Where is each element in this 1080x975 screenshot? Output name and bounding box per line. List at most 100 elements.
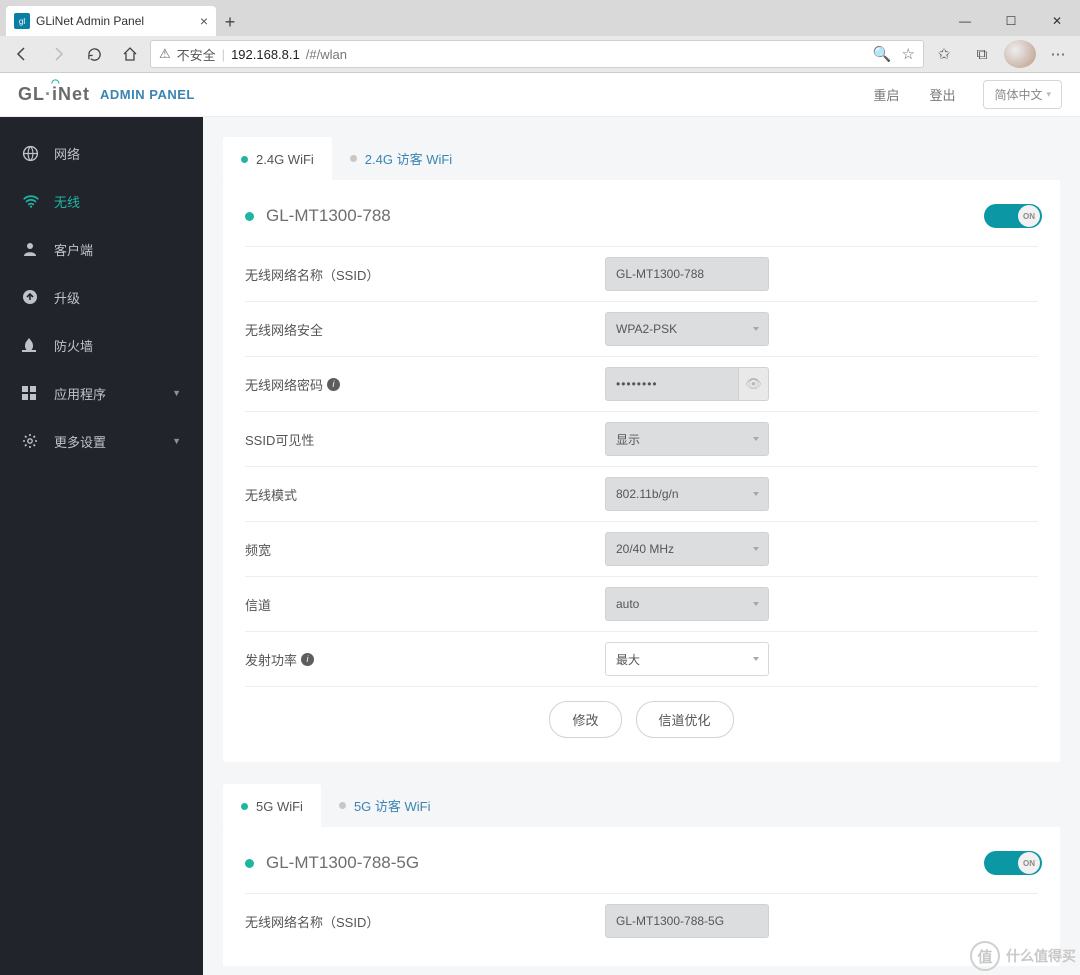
panel-5g: GL-MT1300-788-5G ON 无线网络名称（SSID） GL-MT13… — [223, 827, 1060, 966]
security-select[interactable]: WPA2-PSK — [605, 312, 769, 346]
search-in-page-icon[interactable]: 🔍 — [873, 45, 892, 63]
sidebar-item-more-settings[interactable]: 更多设置 ▼ — [0, 417, 203, 465]
close-window-button[interactable]: ✕ — [1034, 6, 1080, 36]
more-menu-icon[interactable]: ⋯ — [1042, 40, 1074, 68]
refresh-button[interactable] — [78, 40, 110, 68]
visibility-label: SSID可见性 — [245, 430, 605, 449]
bookmark-star-icon[interactable]: ☆ — [902, 45, 915, 63]
sidebar-item-upgrade[interactable]: 升级 — [0, 273, 203, 321]
toggle-password-visibility-icon[interactable]: 👁 — [739, 367, 769, 401]
visibility-select[interactable]: 显示 — [605, 422, 769, 456]
sidebar-item-applications[interactable]: 应用程序 ▼ — [0, 369, 203, 417]
status-dot-icon — [245, 859, 254, 868]
status-dot-icon — [245, 212, 254, 221]
sidebar-item-network[interactable]: 网络 — [0, 129, 203, 177]
info-icon[interactable]: i — [301, 653, 314, 666]
tab-5g-wifi[interactable]: 5G WiFi — [223, 784, 321, 827]
new-tab-button[interactable]: + — [216, 8, 244, 36]
back-button[interactable] — [6, 40, 38, 68]
globe-icon — [22, 145, 40, 162]
url-path: /#/wlan — [306, 47, 347, 62]
collections-icon[interactable]: ⧉ — [966, 40, 998, 68]
sidebar-label: 应用程序 — [54, 384, 106, 403]
wifi-arc-icon: ◠ — [51, 78, 61, 89]
status-dot-icon — [350, 155, 357, 162]
wifi-form-24g: 无线网络名称（SSID） GL-MT1300-788 无线网络安全 WPA2-P… — [241, 246, 1042, 744]
gear-icon — [22, 433, 40, 449]
maximize-button[interactable]: ☐ — [988, 6, 1034, 36]
channel-label: 信道 — [245, 595, 605, 614]
status-dot-icon — [241, 156, 248, 163]
reboot-link[interactable]: 重启 — [873, 85, 899, 104]
modify-button[interactable]: 修改 — [549, 701, 621, 738]
bandwidth-select[interactable]: 20/40 MHz — [605, 532, 769, 566]
admin-panel-label: ADMIN PANEL — [100, 87, 195, 102]
wifi-icon — [22, 192, 40, 210]
sidebar-label: 网络 — [54, 144, 80, 163]
sidebar-item-firewall[interactable]: 防火墙 — [0, 321, 203, 369]
sidebar-item-wireless[interactable]: 无线 — [0, 177, 203, 225]
tab-24g-guest[interactable]: 2.4G 访客 WiFi — [332, 137, 470, 180]
ssid-label: 无线网络名称（SSID） — [245, 912, 605, 931]
wifi-toggle[interactable]: ON — [984, 204, 1042, 228]
sidebar-label: 更多设置 — [54, 432, 106, 451]
language-selector[interactable]: 简体中文▾ — [983, 80, 1062, 109]
wifi-form-5g: 无线网络名称（SSID） GL-MT1300-788-5G — [241, 893, 1042, 948]
status-dot-icon — [241, 803, 248, 810]
channel-optimize-button[interactable]: 信道优化 — [636, 701, 734, 738]
mode-select[interactable]: 802.11b/g/n — [605, 477, 769, 511]
app-header: GL·iNet ◠ ADMIN PANEL 重启 登出 简体中文▾ — [0, 73, 1080, 117]
chevron-down-icon: ▾ — [1046, 89, 1051, 100]
person-icon — [22, 241, 40, 257]
ssid-input[interactable]: GL-MT1300-788 — [605, 257, 769, 291]
security-label: 无线网络安全 — [245, 320, 605, 339]
minimize-button[interactable]: — — [942, 6, 988, 36]
mode-label: 无线模式 — [245, 485, 605, 504]
favorites-icon[interactable]: ✩ — [928, 40, 960, 68]
upgrade-icon — [22, 289, 40, 305]
wifi-toggle[interactable]: ON — [984, 851, 1042, 875]
sidebar-item-clients[interactable]: 客户端 — [0, 225, 203, 273]
brand-logo: GL·iNet ◠ — [18, 84, 90, 105]
url-host: 192.168.8.1 — [231, 47, 300, 62]
home-button[interactable] — [114, 40, 146, 68]
tab-5g-guest[interactable]: 5G 访客 WiFi — [321, 784, 449, 827]
toggle-knob: ON — [1018, 205, 1040, 227]
status-dot-icon — [339, 802, 346, 809]
url-field[interactable]: ⚠ 不安全 | 192.168.8.1/#/wlan 🔍 ☆ — [150, 40, 924, 68]
channel-select[interactable]: auto — [605, 587, 769, 621]
chevron-down-icon: ▼ — [172, 436, 181, 446]
forward-button[interactable] — [42, 40, 74, 68]
txpower-select[interactable]: 最大 — [605, 642, 769, 676]
sidebar-label: 无线 — [54, 192, 80, 211]
panel-title: GL-MT1300-788 — [266, 206, 391, 226]
toggle-knob: ON — [1018, 852, 1040, 874]
window-controls: — ☐ ✕ — [942, 6, 1080, 36]
profile-avatar-icon[interactable] — [1004, 40, 1036, 68]
tabs-24g: 2.4G WiFi 2.4G 访客 WiFi — [223, 137, 1060, 180]
info-icon[interactable]: i — [327, 378, 340, 391]
logout-link[interactable]: 登出 — [929, 85, 955, 104]
browser-tab[interactable]: gl GLiNet Admin Panel × — [6, 6, 216, 36]
browser-titlebar: gl GLiNet Admin Panel × + — ☐ ✕ — [0, 0, 1080, 36]
sidebar-label: 客户端 — [54, 240, 93, 259]
grid-icon — [22, 386, 40, 400]
browser-address-bar: ⚠ 不安全 | 192.168.8.1/#/wlan 🔍 ☆ ✩ ⧉ ⋯ — [0, 36, 1080, 73]
tabs-5g: 5G WiFi 5G 访客 WiFi — [223, 784, 1060, 827]
insecure-label: 不安全 — [177, 45, 216, 64]
tab-24g-wifi[interactable]: 2.4G WiFi — [223, 137, 332, 180]
sidebar: 网络 无线 客户端 升级 防火墙 — [0, 117, 203, 975]
chevron-down-icon: ▼ — [172, 388, 181, 398]
firewall-icon — [22, 337, 40, 353]
password-label: 无线网络密码 i — [245, 375, 605, 394]
panel-title: GL-MT1300-788-5G — [266, 853, 419, 873]
ssid-label: 无线网络名称（SSID） — [245, 265, 605, 284]
password-input[interactable]: •••••••• — [605, 367, 739, 401]
favicon-icon: gl — [14, 13, 30, 29]
panel-24g: GL-MT1300-788 ON 无线网络名称（SSID） GL-MT1300-… — [223, 180, 1060, 762]
sidebar-label: 升级 — [54, 288, 80, 307]
bandwidth-label: 频宽 — [245, 540, 605, 559]
close-tab-icon[interactable]: × — [200, 13, 208, 29]
ssid-input[interactable]: GL-MT1300-788-5G — [605, 904, 769, 938]
txpower-label: 发射功率 i — [245, 650, 605, 669]
